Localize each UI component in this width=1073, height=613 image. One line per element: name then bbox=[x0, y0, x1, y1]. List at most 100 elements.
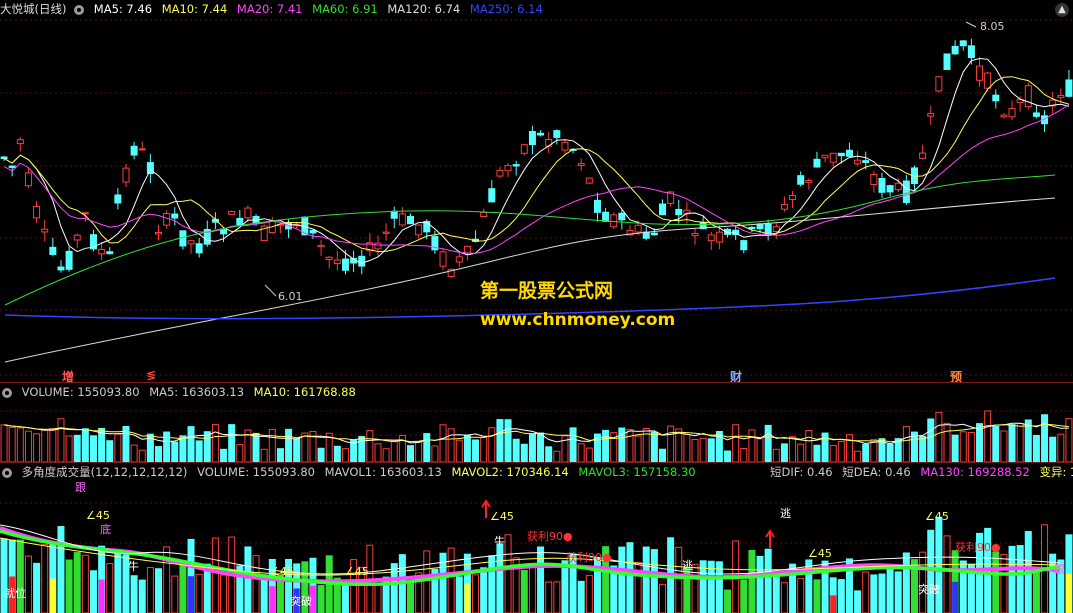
volume-bar bbox=[220, 448, 228, 462]
volume-bar bbox=[236, 444, 244, 462]
candle-body bbox=[528, 131, 536, 146]
indicator-bar bbox=[81, 554, 89, 613]
volume-bar bbox=[919, 435, 927, 462]
indicator-pane[interactable]: 多角度成交量(12,12,12,12,12) VOLUME: 155093.80… bbox=[0, 463, 1073, 613]
volume-bar bbox=[447, 428, 455, 462]
indicator-highlight-bar bbox=[464, 583, 471, 613]
candle-body bbox=[122, 167, 130, 183]
volume-bar bbox=[602, 429, 610, 462]
volume-bar bbox=[496, 419, 504, 462]
volume-bar bbox=[854, 450, 862, 462]
candle-body bbox=[228, 210, 236, 215]
volume-bar bbox=[1041, 414, 1049, 462]
volume-bar bbox=[155, 446, 163, 462]
indicator-highlight-bar bbox=[98, 579, 105, 613]
volume-bar bbox=[724, 450, 732, 462]
candle-body bbox=[886, 185, 894, 193]
indicator-bar bbox=[220, 574, 228, 613]
signal-gen: 跟 bbox=[75, 481, 86, 494]
indicator-bar bbox=[780, 582, 788, 613]
candle-body bbox=[927, 112, 935, 117]
volume-bar bbox=[41, 429, 49, 462]
candle-body bbox=[33, 206, 41, 219]
volume-bar bbox=[829, 444, 837, 462]
signal-profit90: 获利90● bbox=[527, 530, 573, 543]
indicator-bar bbox=[138, 579, 146, 613]
candle-body bbox=[106, 251, 114, 255]
volume-bar bbox=[1032, 434, 1040, 462]
indicator-bar bbox=[57, 526, 65, 613]
volume-bar bbox=[423, 433, 431, 462]
volume-bar bbox=[992, 425, 1000, 462]
volume-bar bbox=[862, 443, 870, 462]
volume-bar bbox=[171, 441, 179, 462]
candle-body bbox=[707, 234, 715, 242]
indicator-bar bbox=[756, 555, 764, 613]
indicator-bar bbox=[854, 590, 862, 613]
price-pane[interactable]: 大悦城(日线) MA5: 7.46 MA10: 7.44 MA20: 7.41 … bbox=[0, 0, 1073, 384]
indicator-bar bbox=[894, 571, 902, 613]
signal-tao: 逃 bbox=[780, 507, 791, 520]
volume-pane[interactable]: VOLUME: 155093.80 MA5: 163603.13 MA10: 1… bbox=[0, 383, 1073, 462]
volume-bar bbox=[65, 435, 73, 462]
candle-body bbox=[829, 152, 837, 163]
volume-bar bbox=[195, 440, 203, 462]
candle-body bbox=[98, 248, 106, 255]
candle-body bbox=[1008, 107, 1016, 118]
volume-bar bbox=[24, 430, 32, 462]
indicator-bar bbox=[1016, 545, 1024, 613]
volume-bar bbox=[797, 443, 805, 462]
indicator-bar bbox=[862, 571, 870, 613]
volume-bar bbox=[764, 424, 772, 462]
candle-body bbox=[691, 233, 699, 237]
candle-body bbox=[480, 211, 488, 217]
candle-body bbox=[715, 231, 723, 243]
indicator-bar bbox=[341, 581, 349, 613]
low-price-label: 6.01 bbox=[278, 290, 303, 303]
volume-bar bbox=[902, 425, 910, 462]
event-marker-2[interactable]: ≶ bbox=[146, 368, 156, 382]
indicator-bar bbox=[260, 574, 268, 613]
candle-body bbox=[577, 163, 585, 166]
candle-body bbox=[642, 231, 650, 239]
indicator-bar bbox=[423, 550, 431, 613]
volume-bar bbox=[382, 448, 390, 462]
signal-niu: 牛 bbox=[494, 535, 505, 548]
signal-gen: 跟 bbox=[1054, 563, 1065, 576]
indicator-bar bbox=[455, 576, 463, 613]
candle-body bbox=[919, 152, 927, 159]
signal-tao: 逃 bbox=[682, 559, 693, 572]
indicator-bar bbox=[943, 535, 951, 613]
volume-bar bbox=[805, 430, 813, 462]
candle-body bbox=[780, 203, 788, 210]
volume-bar bbox=[49, 427, 57, 462]
candle-body bbox=[894, 182, 902, 191]
candle-body bbox=[463, 245, 471, 254]
candle-body bbox=[902, 180, 910, 203]
volume-bar bbox=[228, 424, 236, 462]
indicator-bar bbox=[24, 555, 32, 613]
volume-bar bbox=[463, 435, 471, 462]
volume-bar bbox=[89, 435, 97, 462]
signal-di: 底 bbox=[100, 523, 111, 536]
volume-bar bbox=[1057, 433, 1065, 462]
indicator-bar bbox=[545, 581, 553, 613]
candle-body bbox=[195, 243, 203, 254]
volume-bar bbox=[106, 440, 114, 462]
candle-body bbox=[740, 240, 748, 251]
indicator-bar bbox=[585, 574, 593, 613]
candle-body bbox=[309, 229, 317, 234]
indicator-bar bbox=[528, 562, 536, 613]
candle-body bbox=[992, 94, 1000, 102]
volume-bar bbox=[577, 443, 585, 462]
indicator-highlight-bar bbox=[1065, 573, 1072, 613]
volume-bar bbox=[935, 411, 943, 462]
candle-body bbox=[407, 216, 415, 225]
volume-chart-canvas[interactable] bbox=[0, 383, 1073, 462]
indicator-bar bbox=[106, 563, 114, 613]
indicator-bar bbox=[797, 577, 805, 613]
signal-angle45: ∠45 bbox=[270, 565, 294, 578]
candle-body bbox=[537, 132, 545, 136]
indicator-bar bbox=[33, 562, 41, 613]
signal-profit90: 获利90● bbox=[566, 551, 612, 564]
